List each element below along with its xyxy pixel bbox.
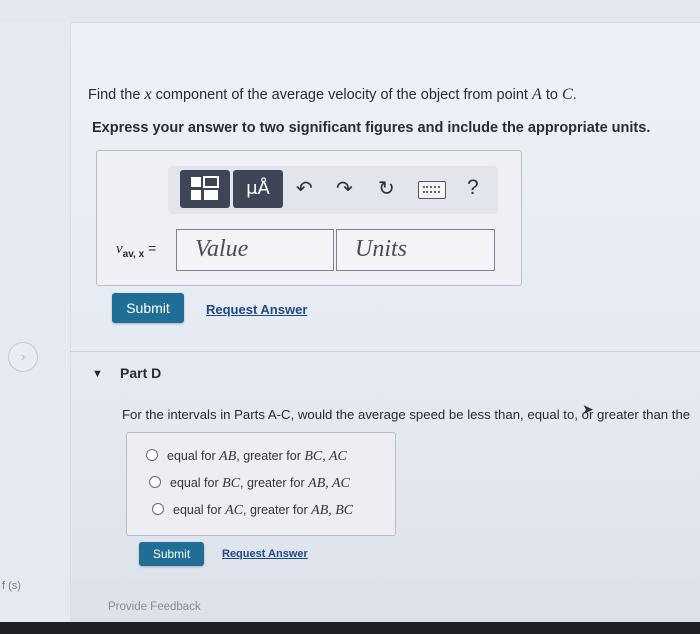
keyboard-icon[interactable] xyxy=(418,181,446,199)
templates-button[interactable] xyxy=(180,170,230,208)
units-input[interactable]: Units xyxy=(336,229,495,271)
submit-button[interactable]: Submit xyxy=(112,293,184,323)
templates-icon xyxy=(191,176,219,200)
request-answer-link[interactable]: Request Answer xyxy=(206,302,307,317)
redo-icon[interactable]: ↷ xyxy=(336,176,353,201)
part-d-title[interactable]: Part D xyxy=(120,365,161,381)
monitor-bezel xyxy=(0,622,700,634)
nav-arrow-icon[interactable]: › xyxy=(8,342,38,372)
collapse-triangle-icon[interactable]: ▼ xyxy=(92,368,103,380)
units-button[interactable]: μÅ xyxy=(233,170,283,208)
top-bar xyxy=(0,0,700,23)
option-3[interactable]: equal for AC, greater for AB, BC xyxy=(152,503,353,519)
part-d-question: For the intervals in Parts A-C, would th… xyxy=(122,407,691,422)
reset-icon[interactable]: ↻ xyxy=(378,176,395,201)
screen: Find the x component of the average velo… xyxy=(0,0,700,622)
undo-icon[interactable]: ↶ xyxy=(296,176,313,201)
provide-feedback-link[interactable]: Provide Feedback xyxy=(108,601,201,613)
instruction-text: Express your answer to two significant f… xyxy=(92,120,651,136)
option-2[interactable]: equal for BC, greater for AB, AC xyxy=(149,476,350,492)
velocity-variable-label: vav, x = xyxy=(116,240,157,260)
radio-button[interactable] xyxy=(152,503,164,515)
help-button[interactable]: ? xyxy=(467,176,479,200)
radio-button[interactable] xyxy=(146,449,158,461)
radio-button[interactable] xyxy=(149,476,161,488)
question-text: Find the x component of the average velo… xyxy=(88,86,577,103)
left-rail xyxy=(0,22,71,622)
part-d-request-answer-link[interactable]: Request Answer xyxy=(222,548,308,560)
mouse-cursor-icon: ➤ xyxy=(582,401,594,417)
value-input[interactable]: Value xyxy=(176,229,334,271)
option-1[interactable]: equal for AB, greater for BC, AC xyxy=(146,449,347,465)
side-fs-label: f (s) xyxy=(2,580,21,592)
part-d-submit-button[interactable]: Submit xyxy=(139,542,204,566)
section-divider xyxy=(70,351,700,352)
